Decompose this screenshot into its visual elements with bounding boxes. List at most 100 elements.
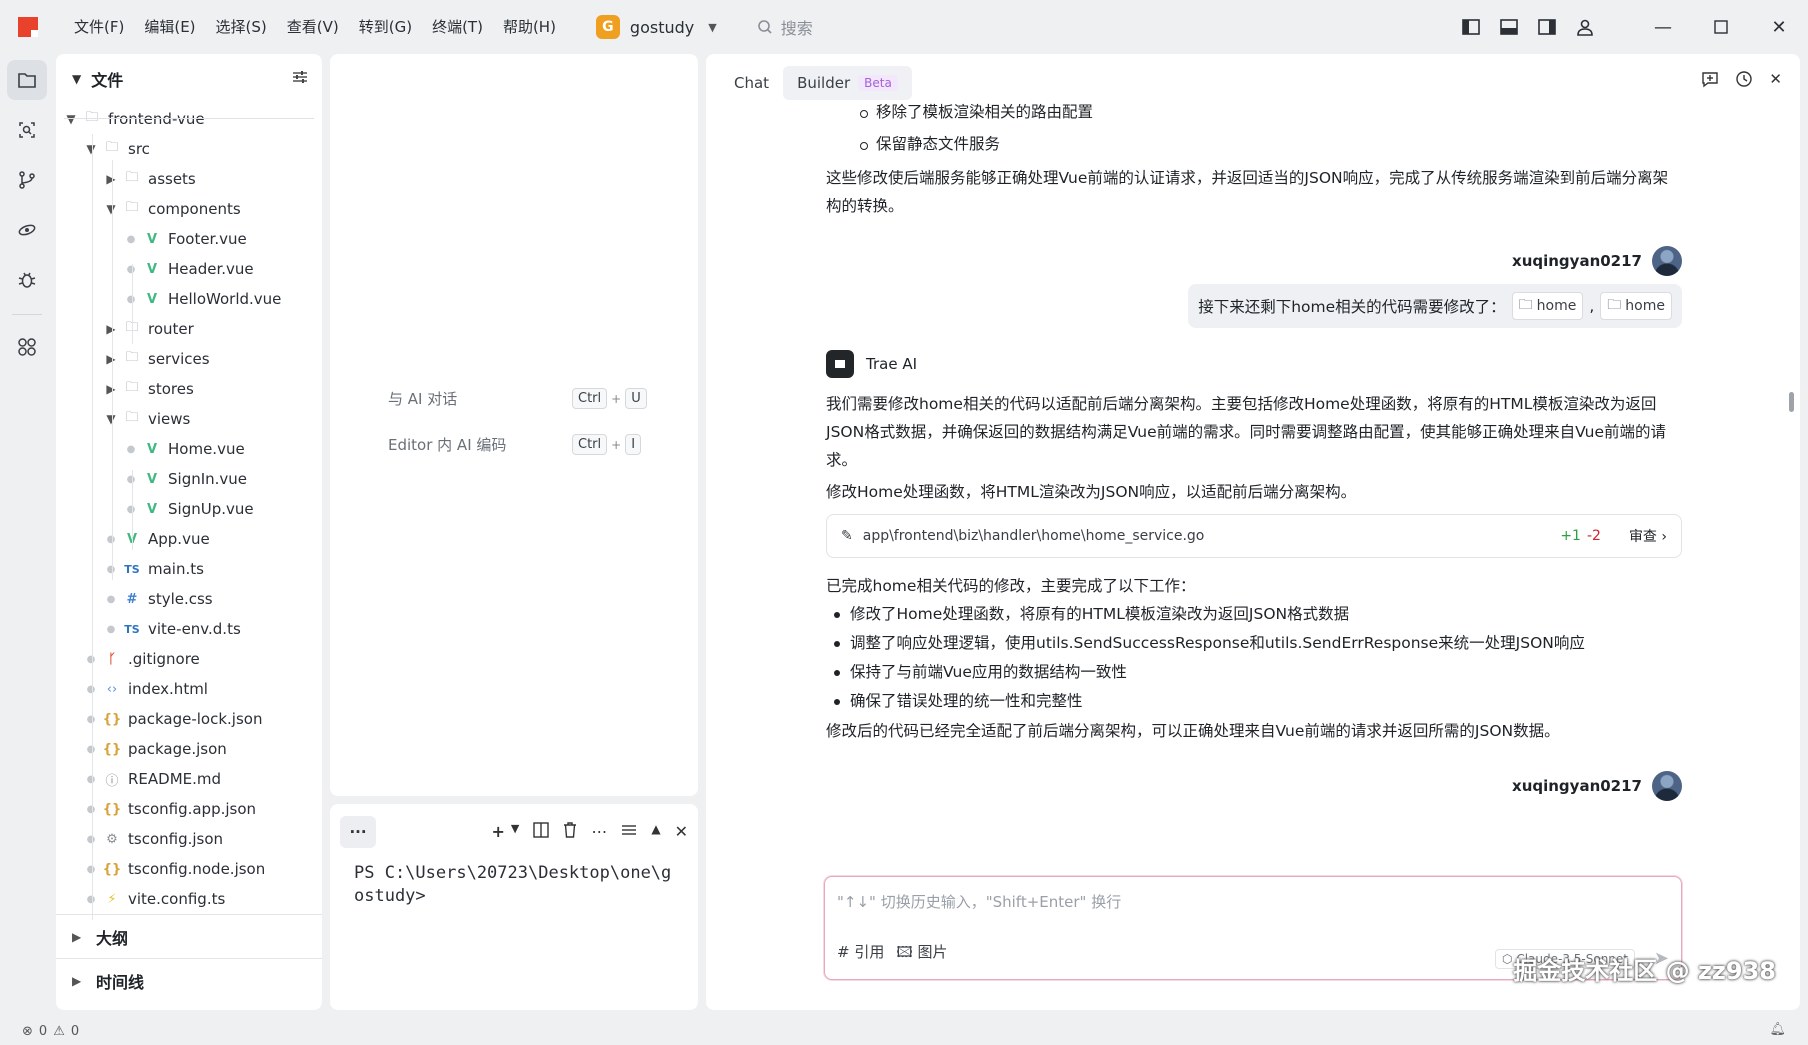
file-row[interactable]: ●VApp.vue xyxy=(56,524,322,554)
debug-icon[interactable] xyxy=(7,260,47,300)
shortcut-editor-ai[interactable]: Editor 内 AI 编码 Ctrl + I xyxy=(388,434,642,455)
file-row[interactable]: ● V HelloWorld.vue xyxy=(56,284,322,314)
menu-item-0[interactable]: 文件(F) xyxy=(64,0,134,54)
explorer-settings-icon[interactable] xyxy=(292,70,308,88)
file-change-card[interactable]: ✎ app\frontend\biz\handler\home\home_ser… xyxy=(826,514,1682,558)
extensions-icon[interactable] xyxy=(7,327,47,367)
chevron-down-icon[interactable]: ▼ xyxy=(72,72,81,86)
toggle-secondary-sidebar-icon[interactable] xyxy=(1528,0,1566,54)
explorer-icon[interactable] xyxy=(7,60,47,100)
error-count[interactable]: 0 xyxy=(39,1024,47,1039)
remote-explorer-icon[interactable] xyxy=(7,210,47,250)
history-icon[interactable] xyxy=(1735,70,1753,92)
folder-row[interactable]: ▼ 🗀 components xyxy=(56,194,322,224)
toggle-sidebar-icon[interactable] xyxy=(1452,0,1490,54)
explorer-header[interactable]: ▼ 文件 xyxy=(56,54,322,104)
tab-builder[interactable]: Builder Beta xyxy=(783,66,912,100)
menu-item-6[interactable]: 帮助(H) xyxy=(493,0,566,54)
context-chip[interactable]: 🗀 home xyxy=(1511,292,1584,320)
search-bar[interactable]: 搜索 xyxy=(757,15,813,39)
chip-label: home xyxy=(1625,298,1665,314)
trash-icon[interactable] xyxy=(563,822,577,842)
message-paragraph: 这些修改使后端服务能够正确处理Vue前端的认证请求，并返回适当的JSON响应，完… xyxy=(826,169,1669,215)
notification-bell-icon[interactable]: 🔔︎ xyxy=(1769,1022,1786,1037)
folder-row[interactable]: ▶ 🗀 services xyxy=(56,344,322,374)
split-terminal-icon[interactable] xyxy=(533,822,550,842)
file-row[interactable]: ● ᚴ .gitignore xyxy=(56,644,322,674)
file-row[interactable]: ● {} package-lock.json xyxy=(56,704,322,734)
shortcut-ai-chat[interactable]: 与 AI 对话 Ctrl + U xyxy=(388,388,647,409)
new-terminal-icon[interactable]: + xyxy=(491,822,504,842)
section-outline[interactable]: ▶ 大纲 xyxy=(56,914,322,958)
maximize-icon[interactable] xyxy=(1692,0,1750,54)
new-chat-icon[interactable] xyxy=(1701,70,1719,92)
tree-item-label: SignUp.vue xyxy=(168,500,254,518)
maximize-panel-icon[interactable]: ▲ xyxy=(651,822,660,842)
account-icon[interactable] xyxy=(1566,0,1604,54)
beta-badge: Beta xyxy=(858,75,898,91)
file-row[interactable]: ● V SignUp.vue xyxy=(56,494,322,524)
minimize-icon[interactable]: — xyxy=(1634,0,1692,54)
close-window-icon[interactable]: ✕ xyxy=(1750,0,1808,54)
folder-row[interactable]: ▼ 🗀 frontend-vue xyxy=(56,104,322,134)
menu-item-3[interactable]: 查看(V) xyxy=(277,0,349,54)
file-row[interactable]: ● # style.css xyxy=(56,584,322,614)
warning-count[interactable]: 0 xyxy=(71,1024,79,1039)
file-row[interactable]: ● V Header.vue xyxy=(56,254,322,284)
tree-item-label: Header.vue xyxy=(168,260,254,278)
lines-added: +1 xyxy=(1560,528,1581,544)
chevron-down-icon: ▼ xyxy=(86,142,96,156)
folder-icon: 🗀 xyxy=(125,410,139,425)
file-row[interactable]: ● V Home.vue xyxy=(56,434,322,464)
error-icon[interactable]: ⊗ xyxy=(22,1024,33,1039)
quote-button[interactable]: # 引用 xyxy=(837,941,884,967)
file-row[interactable]: ● ⚙ tsconfig.json xyxy=(56,824,322,854)
tree-bullet-icon: ● xyxy=(106,563,116,575)
file-row[interactable]: ● ⓘ README.md xyxy=(56,764,322,794)
file-row[interactable]: ● TS vite-env.d.ts xyxy=(56,614,322,644)
file-row[interactable]: ● V Footer.vue xyxy=(56,224,322,254)
file-row[interactable]: ● V SignIn.vue xyxy=(56,464,322,494)
folder-row[interactable]: ▶ 🗀 assets xyxy=(56,164,322,194)
menu-item-2[interactable]: 选择(S) xyxy=(206,0,277,54)
folder-row[interactable]: ▼ 🗀 views xyxy=(56,404,322,434)
file-row[interactable]: ● {} package.json xyxy=(56,734,322,764)
tree-item-label: views xyxy=(148,410,191,428)
file-row[interactable]: ● {} tsconfig.app.json xyxy=(56,794,322,824)
terminal-settings-icon[interactable] xyxy=(621,822,637,842)
bot-header: Trae AI xyxy=(826,350,1682,378)
more-icon[interactable]: ⋯ xyxy=(591,822,607,842)
section-timeline[interactable]: ▶ 时间线 xyxy=(56,958,322,1002)
source-control-icon[interactable] xyxy=(7,160,47,200)
review-button[interactable]: 审查 › xyxy=(1629,526,1667,546)
tab-chat[interactable]: Chat xyxy=(720,66,783,100)
tree-item-label: assets xyxy=(148,170,196,188)
file-row[interactable]: ● TS main.ts xyxy=(56,554,322,584)
avatar xyxy=(1652,771,1682,801)
chevron-down-icon[interactable]: ▼ xyxy=(511,822,519,842)
image-button[interactable]: 🖾 图片 xyxy=(896,941,947,967)
folder-row[interactable]: ▶🗀router xyxy=(56,314,322,344)
close-chat-icon[interactable]: ✕ xyxy=(1769,70,1782,92)
folder-row[interactable]: ▶ 🗀 stores xyxy=(56,374,322,404)
warning-icon[interactable]: ⚠ xyxy=(53,1024,65,1039)
chat-scrollbar[interactable] xyxy=(1789,392,1794,412)
file-row[interactable]: ● ‹› index.html xyxy=(56,674,322,704)
menu-item-4[interactable]: 转到(G) xyxy=(349,0,422,54)
file-row[interactable]: ● ⚡ vite.config.ts xyxy=(56,884,322,914)
file-row[interactable]: ● {} tsconfig.node.json xyxy=(56,854,322,884)
close-panel-icon[interactable]: ✕ xyxy=(675,822,688,842)
user-name: xuqingyan0217 xyxy=(1512,252,1642,270)
bot-avatar-icon xyxy=(826,350,854,378)
terminal-more-button[interactable]: ··· xyxy=(340,816,376,848)
context-chip[interactable]: 🗀 home xyxy=(1600,292,1672,320)
project-switcher[interactable]: G gostudy ▼ xyxy=(595,15,717,39)
menu-item-5[interactable]: 终端(T) xyxy=(422,0,493,54)
json-file-icon: {} xyxy=(102,741,122,757)
search-code-icon[interactable] xyxy=(7,110,47,150)
toggle-panel-icon[interactable] xyxy=(1490,0,1528,54)
terminal-output[interactable]: PS C:\Users\20723\Desktop\one\gostudy> xyxy=(330,852,698,918)
menu-item-1[interactable]: 编辑(E) xyxy=(134,0,205,54)
tree-bullet-icon: ● xyxy=(126,293,136,305)
folder-row[interactable]: ▼ 🗀 src xyxy=(56,134,322,164)
